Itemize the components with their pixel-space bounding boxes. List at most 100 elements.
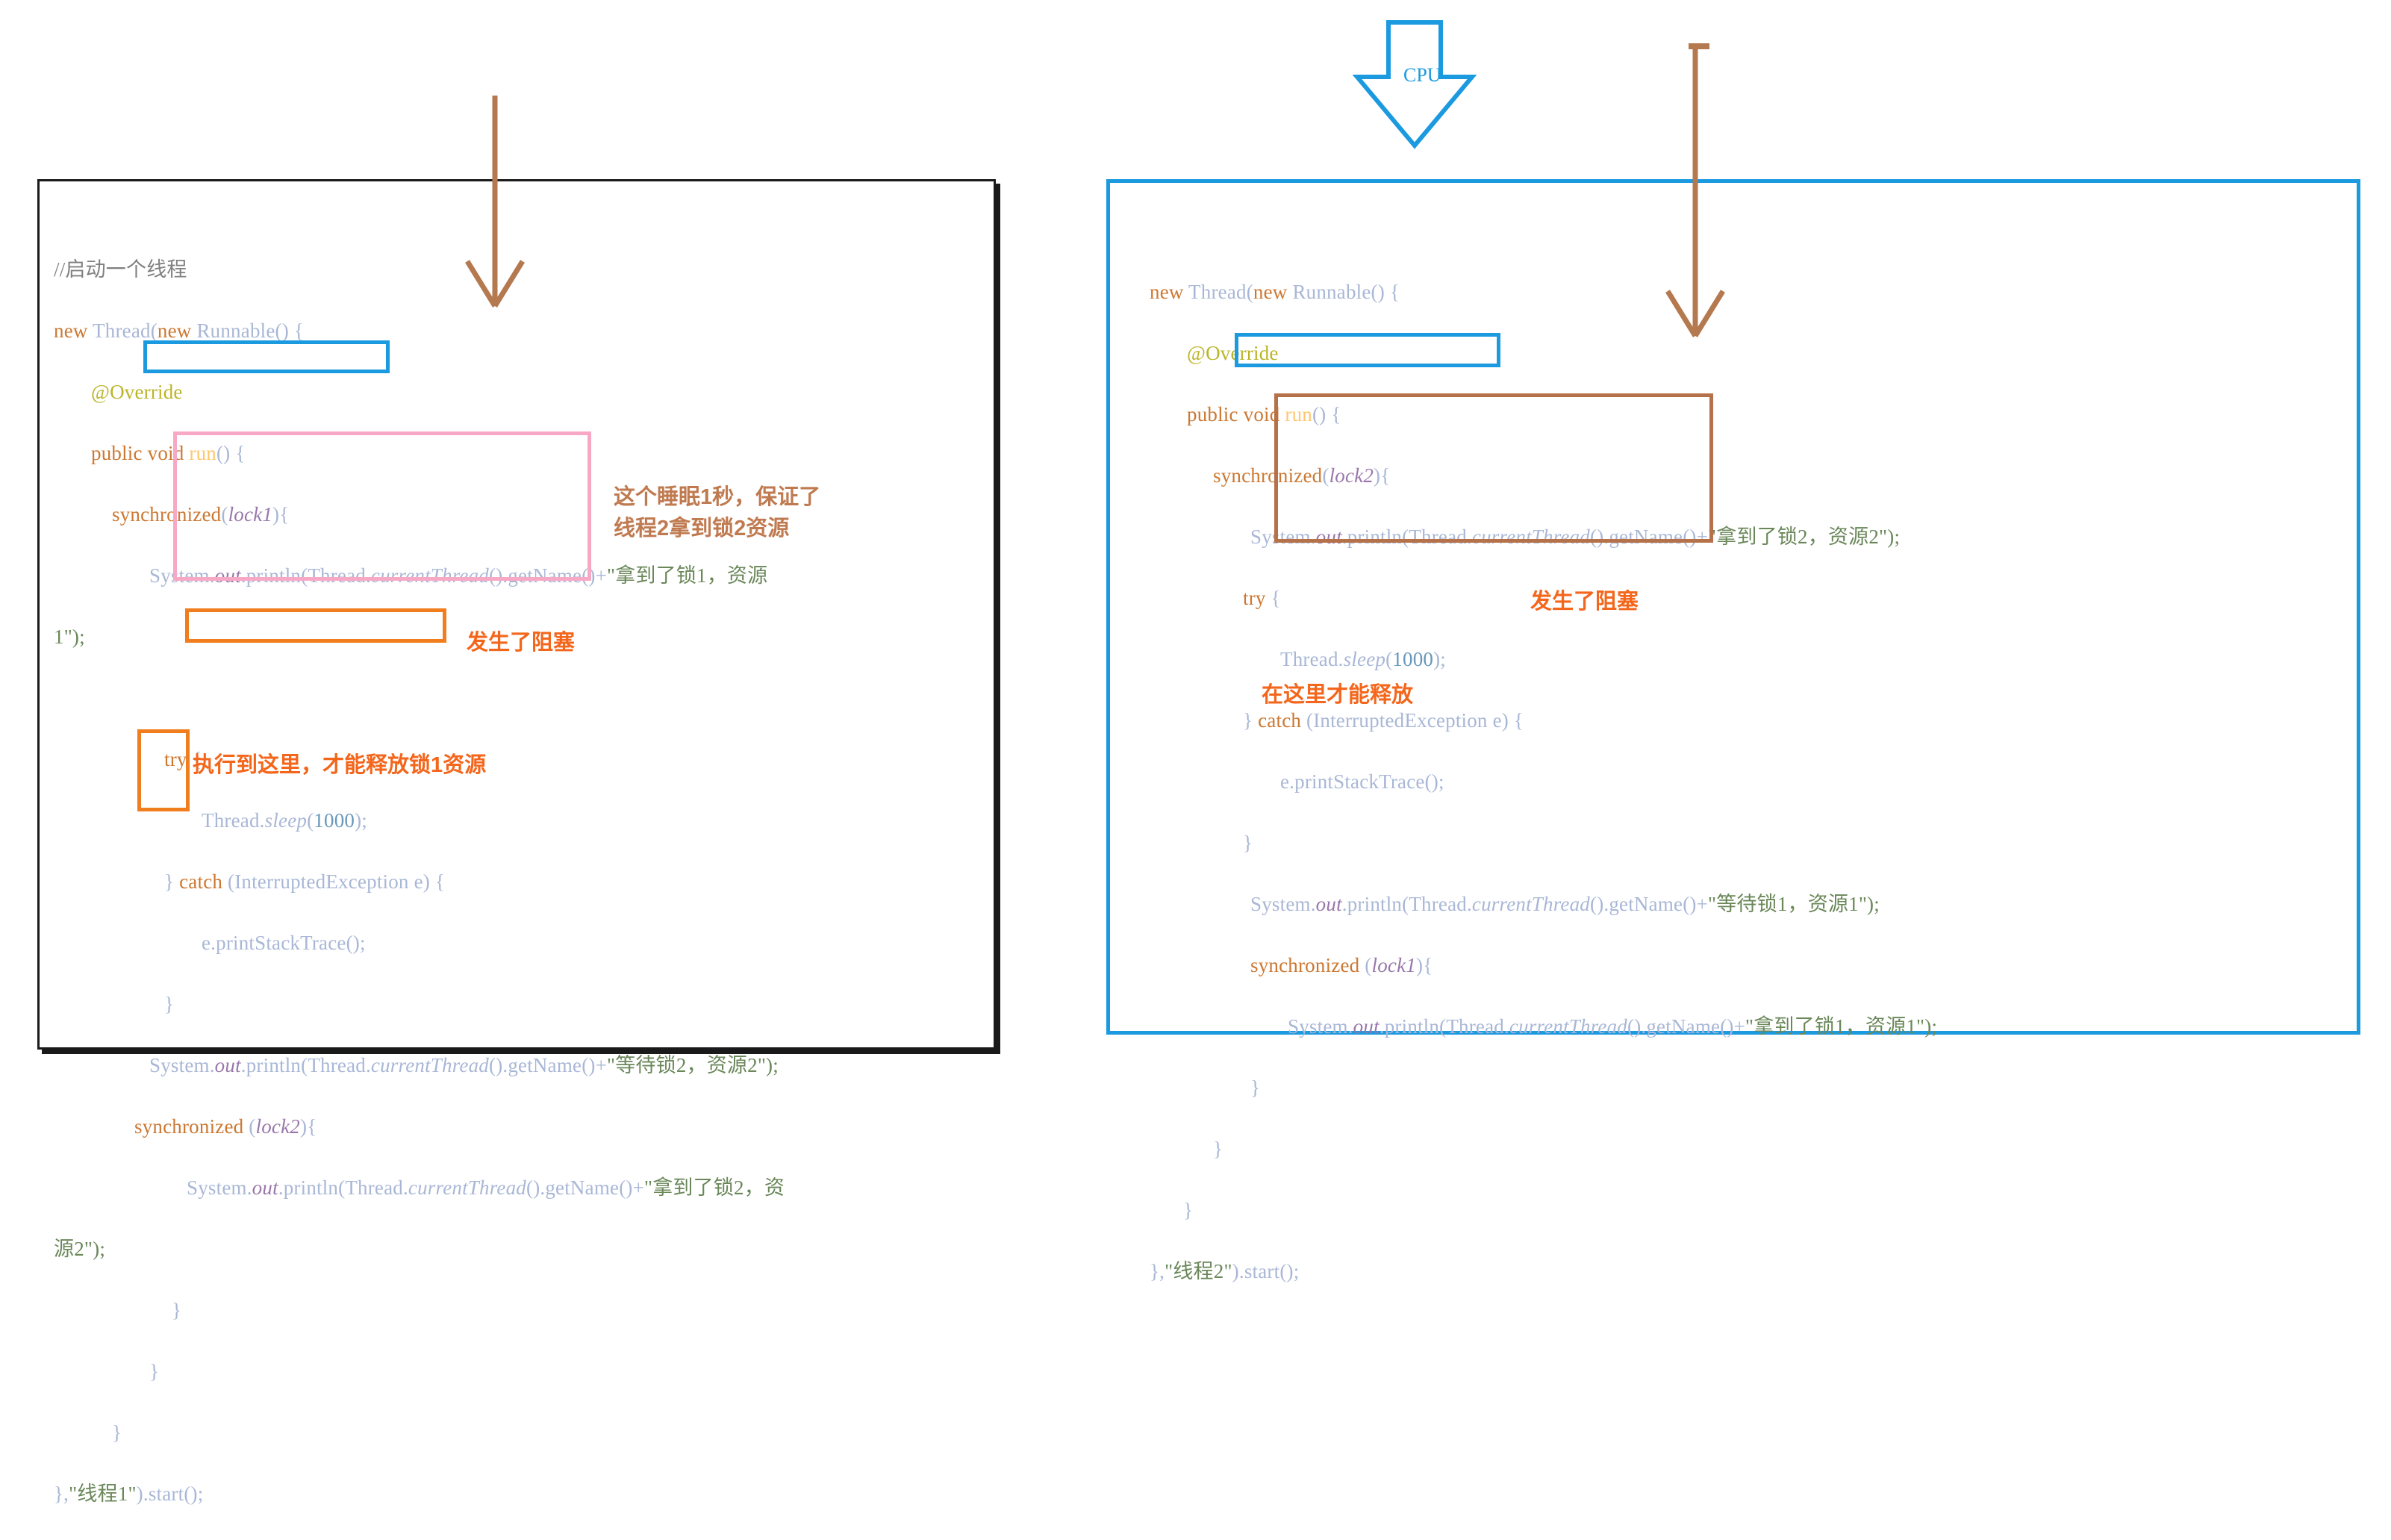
println: .println(Thread. [240,564,371,587]
println: .println(Thread. [278,1176,408,1199]
paren: ( [1359,954,1372,976]
paren: ) [300,1115,308,1138]
code-line: @Override [1150,338,2344,369]
code-line: } [1150,828,2344,858]
field-out: out [1315,893,1342,915]
brace: } [172,1299,182,1321]
number-1000: 1000 [314,809,355,832]
field-out: out [214,1054,241,1076]
string-wrap: 1"); [54,626,85,648]
kw-synchronized: synchronized [112,503,222,526]
method-sleep: sleep [264,809,308,832]
kw-catch: catch [179,870,223,893]
brace: } [1250,1076,1261,1099]
sys: System. [187,1176,252,1199]
code-line: e.printStackTrace(); [1150,767,2344,797]
getname: ().getName()+ [1590,526,1709,548]
code-line: System.out.println(Thread.currentThread(… [1150,889,2344,920]
var-lock1: lock1 [1371,954,1416,976]
field-out: out [1315,526,1342,548]
paren: (); [1279,1260,1300,1282]
brace: } [1243,832,1253,854]
sys: System. [149,564,215,587]
paren: ( [1385,648,1393,670]
code-line-synchronized-lock2: synchronized (lock2){ [54,1112,979,1142]
brace: }, [54,1483,69,1505]
string-wait-lock1: "等待锁1，资源1"); [1708,893,1880,915]
code-line: } [54,1295,979,1326]
field-out: out [214,564,241,587]
code-line-synchronized-lock1: synchronized (lock1){ [1150,950,2344,981]
string-got-lock1: "拿到了锁1，资源 [607,564,768,587]
method-run: run [1285,403,1312,425]
thread2-code-block: new Thread(new Runnable() { @Override pu… [1150,246,2344,1318]
field-out: out [1353,1015,1380,1038]
id-thread: Thread( [87,319,158,342]
brace: { [1265,587,1281,609]
kw-try: try [164,748,187,770]
code-line: System.out.println(Thread.currentThread(… [54,561,979,591]
brace: { [307,1115,317,1138]
code-line: @Override [54,377,979,408]
code-line: },"线程1").start(); [54,1479,979,1509]
paren: ( [1322,464,1329,487]
note-line-1: 这个睡眠1秒，保证了 [614,485,821,509]
paren: (); [184,1483,204,1505]
getname: ().getName()+ [1627,1015,1746,1038]
code-line: } [54,989,979,1020]
thread: Thread. [202,809,265,832]
paren: ) [1416,954,1424,976]
brace: } [112,1421,122,1444]
string-got-lock2: "拿到了锁2，资源2"); [1708,526,1901,548]
paren: ( [307,809,314,832]
note-line-2: 线程2拿到锁2资源 [614,517,790,540]
brace: { [1380,464,1391,487]
getname: ().getName()+ [489,1054,608,1076]
brace: } [1183,1199,1194,1221]
thread: Thread. [1280,648,1344,670]
code-line-synchronized-lock1: synchronized(lock1){ [54,499,979,530]
code-line-release-brace: } [1150,1134,2344,1165]
note-release-here: 在这里才能释放 [1262,683,1414,707]
method-currentthread: currentThread [370,564,490,587]
printstacktrace: e.printStackTrace(); [202,932,366,954]
brace: } [1243,709,1259,732]
method-start: start [148,1483,184,1505]
method-currentthread: currentThread [1471,893,1591,915]
code-line: public void run() { [1150,399,2344,430]
code-line-release-brace: } [54,1356,979,1387]
sys: System. [1288,1015,1353,1038]
catch-args: (InterruptedException e) { [222,870,446,893]
println: .println(Thread. [1341,526,1472,548]
sys: System. [149,1054,215,1076]
code-line-catch: } catch (InterruptedException e) { [54,867,979,897]
id-runnable: Runnable() { [191,319,305,342]
kw-public-void: public void [1187,403,1285,425]
code-line-try: try { [1150,583,2344,614]
annotation-override: @Override [91,381,183,403]
string-thread1-name: "线程1" [69,1483,137,1505]
annotation-override: @Override [1187,342,1279,364]
method-sleep: sleep [1343,648,1386,670]
brace: { [1423,954,1433,976]
getname: ().getName()+ [489,564,608,587]
kw-new2: new [157,319,192,342]
code-line-synchronized-lock2: synchronized(lock2){ [1150,461,2344,491]
string-got-lock2: "拿到了锁2，资 [644,1176,785,1199]
dot: ). [1232,1260,1244,1282]
code-line: System.out.println(Thread.currentThread(… [54,1173,979,1203]
id-runnable: Runnable() { [1287,281,1400,303]
dot: ). [136,1483,149,1505]
code-blank [54,683,979,714]
code-line: public void run() { [54,438,979,469]
arrow-tick-dash [1689,43,1709,49]
note-release-lock1: 执行到这里，才能释放锁1资源 [193,753,487,777]
thread2-cpu-arrow [1665,45,1725,337]
code-line: Thread.sleep(1000); [1150,644,2344,675]
brace: }, [1150,1260,1165,1282]
id-thread: Thread( [1183,281,1253,303]
getname: ().getName()+ [526,1176,645,1199]
field-out: out [252,1176,278,1199]
brace: { [279,503,290,526]
brace-release: } [1213,1138,1223,1160]
